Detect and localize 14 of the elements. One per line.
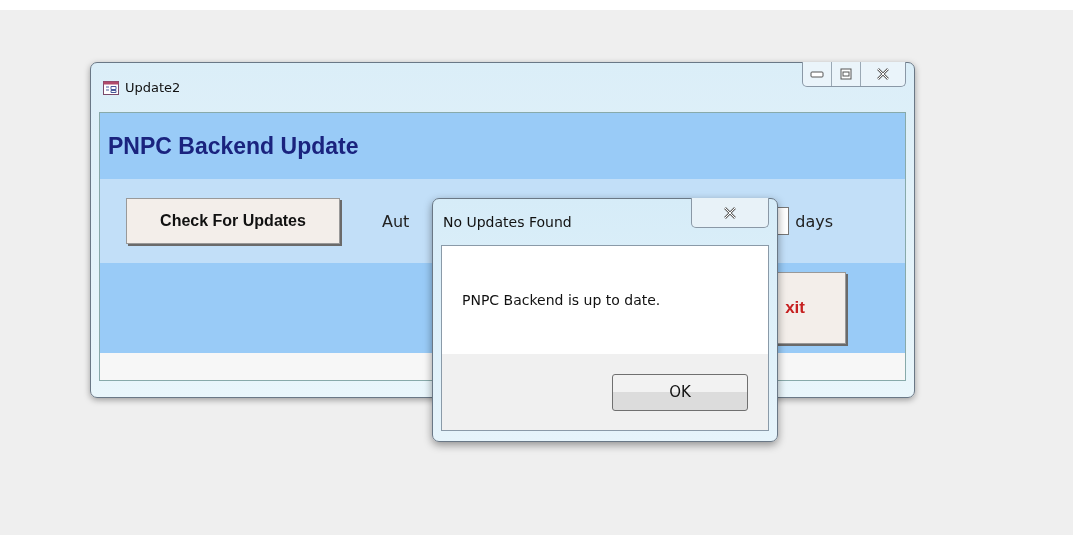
check-updates-button[interactable]: Check For Updates (126, 198, 340, 244)
dialog-message: PNPC Backend is up to date. (462, 292, 661, 308)
close-button[interactable] (691, 198, 769, 228)
form-heading: PNPC Backend Update (108, 132, 359, 160)
close-icon (876, 68, 890, 80)
maximize-icon (840, 68, 852, 80)
dialog-title: No Updates Found (443, 214, 572, 230)
auto-label: Aut (382, 211, 410, 231)
days-label: days (795, 211, 833, 231)
close-icon (723, 206, 737, 219)
ok-button[interactable]: OK (612, 373, 748, 411)
form-icon (103, 80, 119, 95)
window-title: Update2 (125, 80, 181, 95)
minimize-icon (810, 70, 824, 78)
